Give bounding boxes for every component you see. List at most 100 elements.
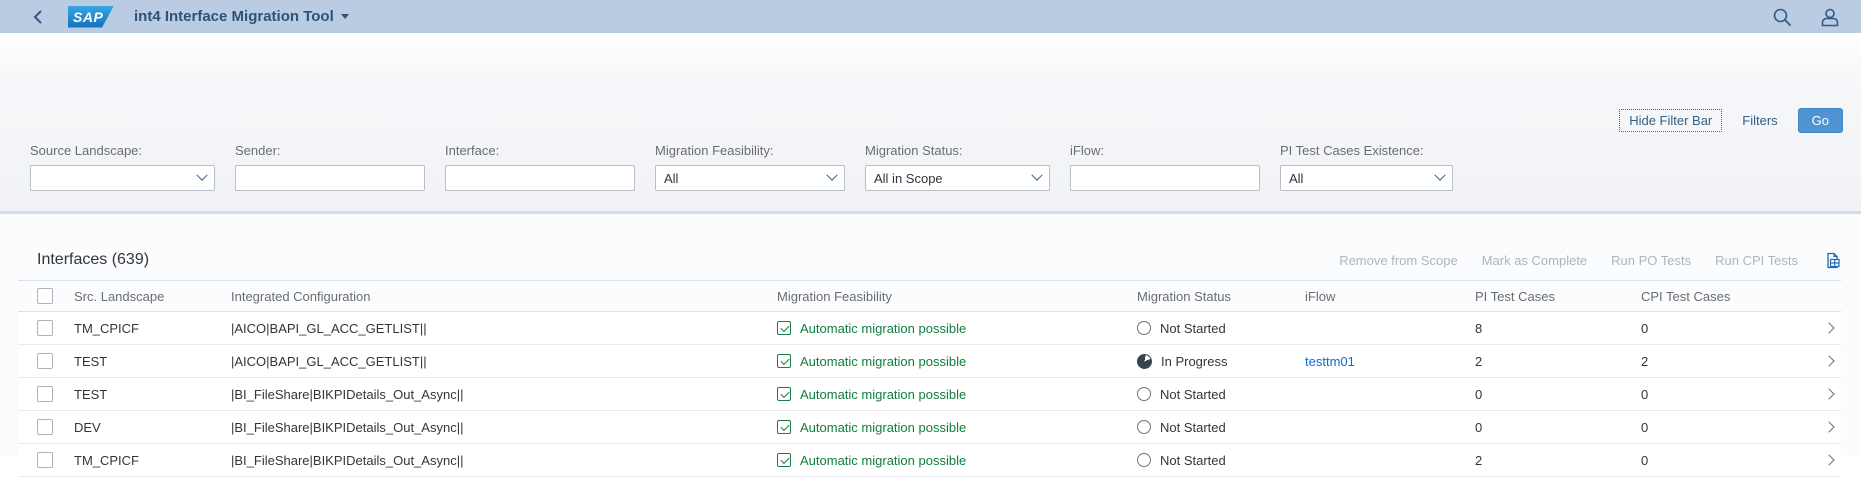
migration-feasibility-cell: Automatic migration possible bbox=[777, 321, 1137, 336]
table-header-row: Src. Landscape Integrated Configuration … bbox=[18, 280, 1841, 312]
src-landscape-cell: TM_CPICF bbox=[68, 453, 231, 468]
migration-status-select[interactable]: All in Scope bbox=[865, 165, 1050, 191]
not-started-icon bbox=[1137, 387, 1151, 401]
select-all-checkbox[interactable] bbox=[37, 288, 53, 304]
iflow-link[interactable]: testtm01 bbox=[1305, 354, 1355, 369]
row-checkbox[interactable] bbox=[37, 386, 53, 402]
table-row[interactable]: DEV |BI_FileShare|BIKPIDetails_Out_Async… bbox=[18, 411, 1841, 444]
hide-filter-bar-button[interactable]: Hide Filter Bar bbox=[1619, 109, 1722, 132]
pi-test-cases-existence-select[interactable]: All bbox=[1280, 165, 1453, 191]
table-row[interactable]: TM_CPICF |BI_FileShare|BIKPIDetails_Out_… bbox=[18, 444, 1841, 477]
search-icon[interactable] bbox=[1771, 6, 1793, 28]
run-cpi-tests-button[interactable]: Run CPI Tests bbox=[1715, 253, 1798, 268]
filter-pi-test-cases-existence: PI Test Cases Existence: All bbox=[1280, 143, 1453, 191]
checked-box-icon bbox=[777, 321, 791, 335]
filter-interface: Interface: bbox=[445, 143, 635, 191]
cpi-test-cases-cell: 0 bbox=[1641, 453, 1816, 468]
filter-label: Source Landscape: bbox=[30, 143, 215, 158]
filter-bar: Hide Filter Bar Filters Go Source Landsc… bbox=[0, 33, 1861, 211]
integrated-configuration-cell: |AICO|BAPI_GL_ACC_GETLIST|| bbox=[231, 321, 777, 336]
integrated-configuration-cell: |BI_FileShare|BIKPIDetails_Out_Async|| bbox=[231, 453, 777, 468]
back-icon[interactable] bbox=[26, 5, 50, 29]
chevron-down-icon bbox=[1434, 170, 1445, 181]
migration-feasibility-cell: Automatic migration possible bbox=[777, 387, 1137, 402]
src-landscape-cell: TEST bbox=[68, 354, 231, 369]
filter-label: iFlow: bbox=[1070, 143, 1260, 158]
migration-status-cell: Not Started bbox=[1137, 387, 1305, 402]
interface-input[interactable] bbox=[445, 165, 635, 191]
filter-source-landscape: Source Landscape: bbox=[30, 143, 215, 191]
not-started-icon bbox=[1137, 321, 1151, 335]
table-row[interactable]: TEST |AICO|BAPI_GL_ACC_GETLIST|| Automat… bbox=[18, 345, 1841, 378]
cpi-test-cases-cell: 2 bbox=[1641, 354, 1816, 369]
sap-logo: SAP bbox=[68, 6, 114, 28]
row-chevron-icon[interactable] bbox=[1823, 355, 1834, 366]
not-started-icon bbox=[1137, 420, 1151, 434]
cpi-test-cases-cell: 0 bbox=[1641, 387, 1816, 402]
row-chevron-icon[interactable] bbox=[1823, 322, 1834, 333]
migration-status-cell: Not Started bbox=[1137, 321, 1305, 336]
checked-box-icon bbox=[777, 354, 791, 368]
table-row[interactable]: TEST |BI_FileShare|BIKPIDetails_Out_Asyn… bbox=[18, 378, 1841, 411]
sap-logo-text: SAP bbox=[73, 9, 103, 25]
mark-as-complete-button[interactable]: Mark as Complete bbox=[1482, 253, 1587, 268]
filters-button[interactable]: Filters bbox=[1737, 109, 1782, 132]
pi-test-cases-cell: 8 bbox=[1475, 321, 1641, 336]
migration-status-cell: Not Started bbox=[1137, 453, 1305, 468]
cpi-test-cases-cell: 0 bbox=[1641, 420, 1816, 435]
migration-status-cell: In Progress bbox=[1137, 354, 1305, 369]
pi-test-cases-cell: 2 bbox=[1475, 453, 1641, 468]
filter-label: Sender: bbox=[235, 143, 425, 158]
export-to-spreadsheet-icon[interactable] bbox=[1824, 252, 1841, 269]
integrated-configuration-cell: |BI_FileShare|BIKPIDetails_Out_Async|| bbox=[231, 387, 777, 402]
iflow-cell: testtm01 bbox=[1305, 354, 1475, 369]
column-header: Migration Status bbox=[1137, 289, 1305, 304]
filter-label: Migration Status: bbox=[865, 143, 1050, 158]
migration-status-cell: Not Started bbox=[1137, 420, 1305, 435]
row-chevron-icon[interactable] bbox=[1823, 388, 1834, 399]
app-title: int4 Interface Migration Tool bbox=[134, 8, 334, 25]
go-button[interactable]: Go bbox=[1798, 108, 1843, 133]
cpi-test-cases-cell: 0 bbox=[1641, 321, 1816, 336]
in-progress-icon bbox=[1137, 354, 1152, 369]
title-caret-icon bbox=[341, 14, 349, 19]
checked-box-icon bbox=[777, 387, 791, 401]
not-started-icon bbox=[1137, 453, 1151, 467]
run-po-tests-button[interactable]: Run PO Tests bbox=[1611, 253, 1691, 268]
filter-migration-feasibility: Migration Feasibility: All bbox=[655, 143, 845, 191]
src-landscape-cell: TEST bbox=[68, 387, 231, 402]
interfaces-table-section: Interfaces (639) Remove from Scope Mark … bbox=[0, 214, 1861, 456]
column-header: CPI Test Cases bbox=[1641, 289, 1816, 304]
row-chevron-icon[interactable] bbox=[1823, 421, 1834, 432]
migration-feasibility-cell: Automatic migration possible bbox=[777, 420, 1137, 435]
checked-box-icon bbox=[777, 420, 791, 434]
sender-input[interactable] bbox=[235, 165, 425, 191]
integrated-configuration-cell: |AICO|BAPI_GL_ACC_GETLIST|| bbox=[231, 354, 777, 369]
row-chevron-icon[interactable] bbox=[1823, 454, 1834, 465]
row-checkbox[interactable] bbox=[37, 452, 53, 468]
filter-label: Interface: bbox=[445, 143, 635, 158]
user-icon[interactable] bbox=[1819, 6, 1841, 28]
row-checkbox[interactable] bbox=[37, 353, 53, 369]
table-toolbar: Interfaces (639) Remove from Scope Mark … bbox=[0, 214, 1861, 280]
pi-test-cases-cell: 0 bbox=[1475, 420, 1641, 435]
remove-from-scope-button[interactable]: Remove from Scope bbox=[1339, 253, 1458, 268]
iflow-input[interactable] bbox=[1070, 165, 1260, 191]
src-landscape-cell: DEV bbox=[68, 420, 231, 435]
row-checkbox[interactable] bbox=[37, 419, 53, 435]
chevron-down-icon bbox=[1031, 170, 1042, 181]
shell-bar: SAP int4 Interface Migration Tool bbox=[0, 0, 1861, 33]
migration-feasibility-select[interactable]: All bbox=[655, 165, 845, 191]
row-checkbox[interactable] bbox=[37, 320, 53, 336]
pi-test-cases-cell: 2 bbox=[1475, 354, 1641, 369]
column-header: Integrated Configuration bbox=[231, 289, 777, 304]
filter-sender: Sender: bbox=[235, 143, 425, 191]
source-landscape-select[interactable] bbox=[30, 165, 215, 191]
app-title-menu[interactable]: int4 Interface Migration Tool bbox=[134, 8, 349, 25]
src-landscape-cell: TM_CPICF bbox=[68, 321, 231, 336]
table-row[interactable]: TM_CPICF |AICO|BAPI_GL_ACC_GETLIST|| Aut… bbox=[18, 312, 1841, 345]
filter-iflow: iFlow: bbox=[1070, 143, 1260, 191]
migration-feasibility-cell: Automatic migration possible bbox=[777, 354, 1137, 369]
column-header: iFlow bbox=[1305, 289, 1475, 304]
column-header: PI Test Cases bbox=[1475, 289, 1641, 304]
